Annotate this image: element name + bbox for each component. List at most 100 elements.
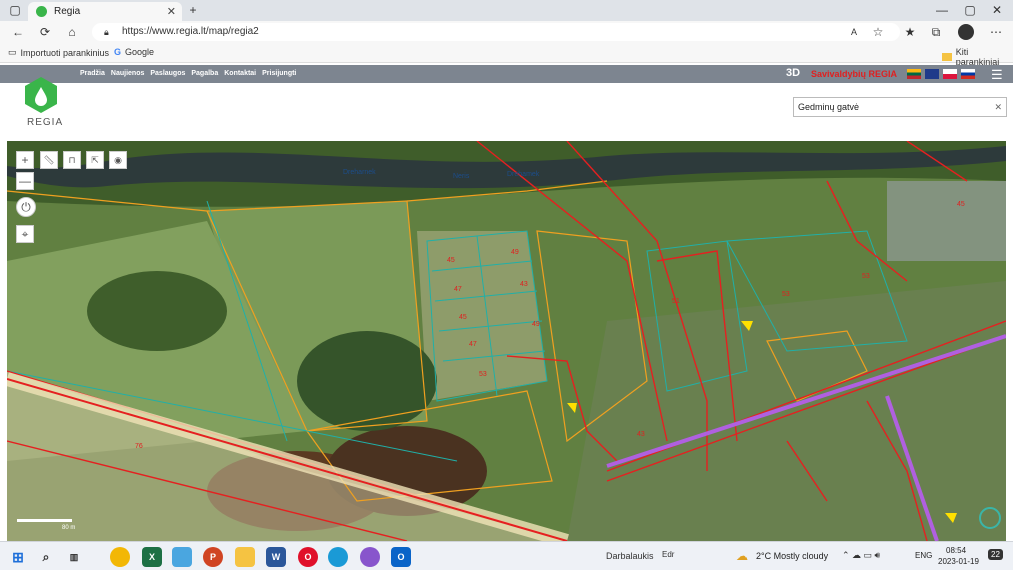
edge-icon[interactable] xyxy=(328,547,348,567)
minimize-icon[interactable]: — xyxy=(935,3,949,17)
task-view-icon[interactable]: ▥ xyxy=(64,547,84,567)
home-icon[interactable]: ⌂ xyxy=(64,24,80,40)
notification-badge[interactable]: 22 xyxy=(988,549,1003,560)
parcel-number: 51 xyxy=(672,298,680,305)
river-label: Dreharnek xyxy=(343,169,376,176)
menu-item-naujienos[interactable]: Naujienos xyxy=(111,70,144,77)
parcel-number: 53 xyxy=(862,273,870,280)
app-icon[interactable] xyxy=(360,547,380,567)
opera-icon[interactable]: O xyxy=(298,547,318,567)
menu-item-kontaktai[interactable]: Kontaktai xyxy=(224,70,256,77)
bookmark-import[interactable]: ▭ Importuoti parankinius xyxy=(8,47,109,58)
collections-icon[interactable]: ⧉ xyxy=(928,24,944,40)
export-tool-icon[interactable]: ⇱ xyxy=(86,151,104,169)
menu-item-paslaugos[interactable]: Paslaugos xyxy=(150,70,185,77)
read-aloud-icon[interactable]: A xyxy=(846,24,862,40)
close-tab-icon[interactable]: ✕ xyxy=(167,5,176,18)
logo-text: REGIA xyxy=(27,117,64,128)
weather-icon: ☁︎ xyxy=(736,549,748,563)
refresh-icon[interactable]: ⟳ xyxy=(37,24,53,40)
tab-actions-icon[interactable]: ▢ xyxy=(8,3,22,17)
history-icon[interactable]: ⏻ xyxy=(16,197,36,217)
tab-regia[interactable]: Regia ✕ xyxy=(28,2,182,21)
powerpoint-icon[interactable]: P xyxy=(203,547,223,567)
language-indicator[interactable]: ENG xyxy=(915,551,932,560)
parcel-number: 45 xyxy=(957,201,965,208)
parcel-number: 53 xyxy=(782,291,790,298)
weather-text[interactable]: 2°C Mostly cloudy xyxy=(756,551,828,561)
site-header: Pradžia Naujienos Paslaugos Pagalba Kont… xyxy=(0,65,1013,83)
browser-nav-bar: ← ⟳ ⌂ 🔒︎ https://www.regia.lt/map/regia2… xyxy=(0,21,1013,43)
url-text: https://www.regia.lt/map/regia2 xyxy=(122,26,259,37)
flag-lt-icon[interactable] xyxy=(907,69,921,79)
parcel-number: 43 xyxy=(637,431,645,438)
menu-item-prisijungti[interactable]: Prisijungti xyxy=(262,70,296,77)
measure-tool-icon[interactable]: 📏︎ xyxy=(40,151,58,169)
file-explorer-icon[interactable] xyxy=(235,547,255,567)
chrome-icon[interactable] xyxy=(110,547,130,567)
locate-icon[interactable]: ⌖ xyxy=(16,225,34,243)
clock-time[interactable]: 08:54 xyxy=(946,546,966,555)
search-icon[interactable]: ⌕ xyxy=(36,547,56,567)
clear-search-icon[interactable]: ✕ xyxy=(994,98,1002,116)
zoom-in-button[interactable]: + xyxy=(16,151,34,169)
windows-taskbar: ⊞ ⌕ ▥ X P W O O Darbalaukis Edr ☁︎ 2°C M… xyxy=(0,541,1013,570)
snip-icon[interactable] xyxy=(172,547,192,567)
favorite-icon[interactable]: ☆ xyxy=(870,24,886,40)
river-label: Drehamek xyxy=(507,171,540,178)
excel-icon[interactable]: X xyxy=(142,547,162,567)
profile-avatar-icon[interactable] xyxy=(958,24,974,40)
menu-item-pradzia[interactable]: Pradžia xyxy=(80,70,105,77)
close-window-icon[interactable]: ✕ xyxy=(990,3,1004,17)
regia-logo-icon[interactable] xyxy=(22,75,60,115)
hamburger-menu-icon[interactable]: ☰ xyxy=(991,67,1003,83)
maximize-icon[interactable]: ▢ xyxy=(963,3,977,17)
parcel-number: 76 xyxy=(135,443,143,450)
marker-tool-icon[interactable]: ⊓ xyxy=(63,151,81,169)
tab-title: Regia xyxy=(54,6,81,17)
regia-favicon-icon xyxy=(36,6,47,17)
map-canvas[interactable] xyxy=(7,141,1006,541)
folder-icon xyxy=(942,53,952,61)
river-label: Neris xyxy=(453,173,470,180)
regia-watermark-icon xyxy=(979,507,1001,529)
flag-en-icon[interactable] xyxy=(925,69,939,79)
parcel-number: 47 xyxy=(454,286,462,293)
search-input[interactable]: Gedminų gatvė ✕ xyxy=(793,97,1007,117)
google-icon: G xyxy=(114,47,122,57)
address-bar[interactable]: 🔒︎ https://www.regia.lt/map/regia2 xyxy=(92,23,900,41)
zoom-out-button[interactable]: — xyxy=(16,172,34,190)
flag-pl-icon[interactable] xyxy=(943,69,957,79)
more-icon[interactable]: ⋯ xyxy=(988,24,1004,40)
3d-toggle[interactable]: 3D xyxy=(786,67,800,79)
flag-ru-icon[interactable] xyxy=(961,69,975,79)
desktop-label[interactable]: Darbalaukis xyxy=(606,551,654,561)
site-menu: Pradžia Naujienos Paslaugos Pagalba Kont… xyxy=(80,70,302,77)
parcel-number: 45 xyxy=(459,314,467,321)
start-icon[interactable]: ⊞ xyxy=(8,547,28,567)
lock-icon: 🔒︎ xyxy=(104,27,109,37)
scale-label: 80 m xyxy=(62,525,76,531)
map-view[interactable]: Dreharnek Neris Drehamek 45 49 47 43 45 … xyxy=(7,141,1006,541)
bookmarks-bar: ▭ Importuoti parankinius G Google Kiti p… xyxy=(0,43,1013,67)
scale-bar xyxy=(17,519,72,522)
parcel-number: 43 xyxy=(520,281,528,288)
parcel-number: 49 xyxy=(511,249,519,256)
clock-date[interactable]: 2023-01-19 xyxy=(938,557,979,566)
outlook-icon[interactable]: O xyxy=(391,547,411,567)
back-icon[interactable]: ← xyxy=(10,24,26,40)
bookmark-other[interactable]: Kiti parankiniai xyxy=(942,47,1013,67)
layers-tool-icon[interactable]: ◉ xyxy=(109,151,127,169)
favorites-icon[interactable]: ★ xyxy=(902,24,918,40)
edr-label[interactable]: Edr xyxy=(662,550,674,559)
brand-title: Savivaldybių REGIA xyxy=(811,69,898,79)
word-icon[interactable]: W xyxy=(266,547,286,567)
system-tray-icons[interactable]: ⌃ ☁ ▭ 🔊︎ xyxy=(842,550,880,561)
browser-tab-bar: ▢ Regia ✕ + — ▢ ✕ xyxy=(0,0,1013,21)
bookmark-google[interactable]: G Google xyxy=(114,47,154,57)
folder-icon: ▭ xyxy=(8,47,17,57)
menu-item-pagalba[interactable]: Pagalba xyxy=(191,70,218,77)
parcel-number: 45 xyxy=(447,257,455,264)
new-tab-icon[interactable]: + xyxy=(186,3,200,17)
parcel-number: 47 xyxy=(469,341,477,348)
